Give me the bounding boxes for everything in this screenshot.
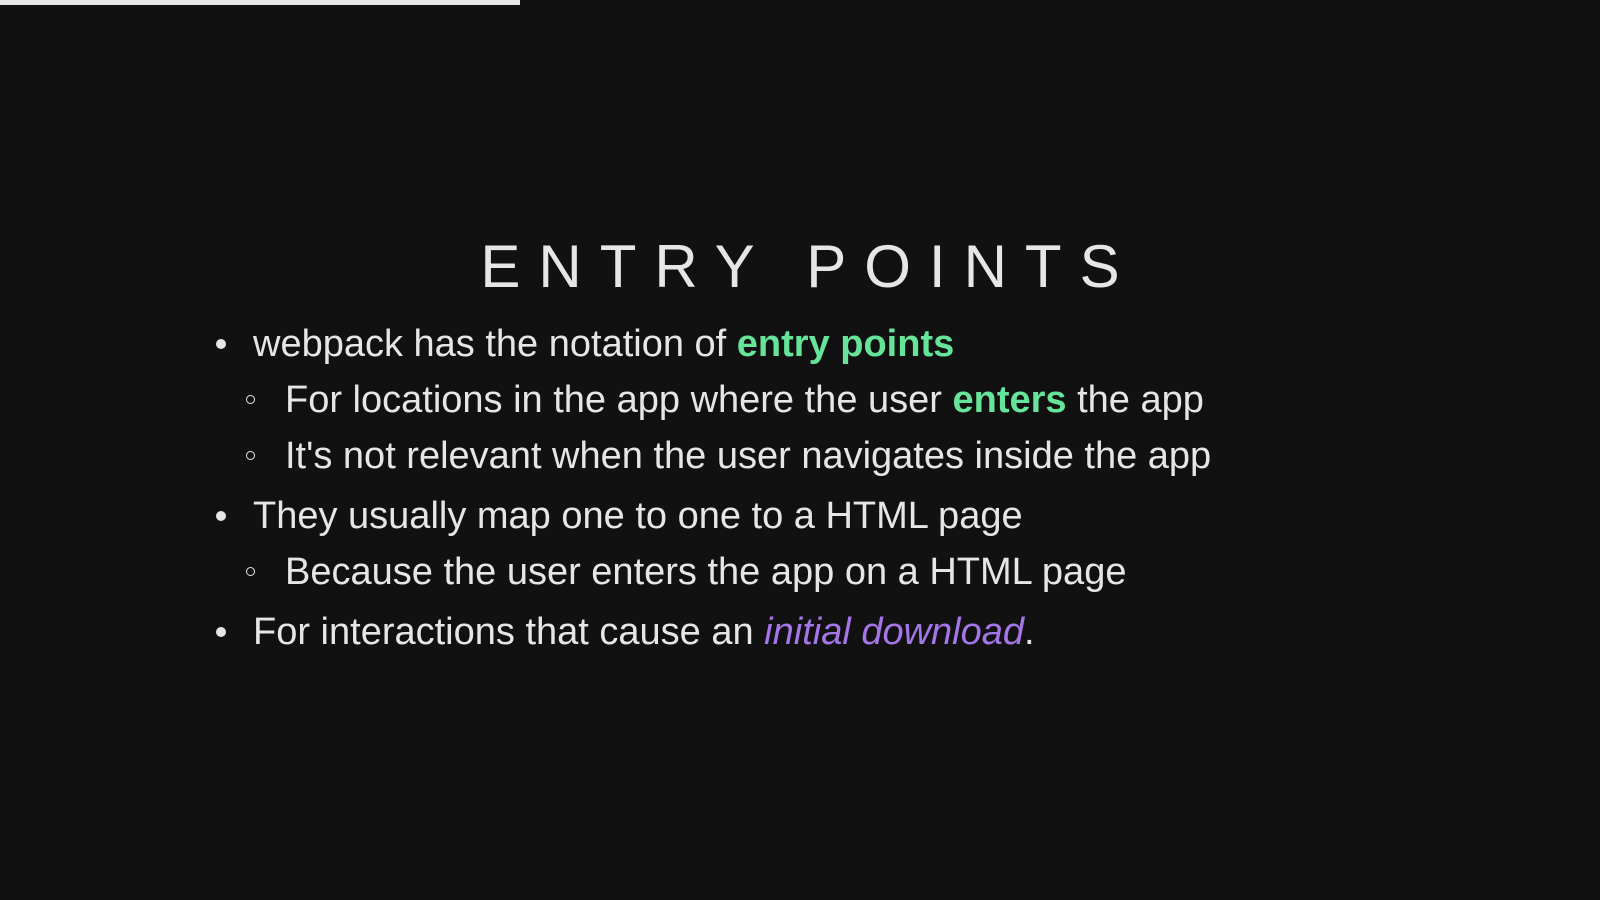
slide: ENTRY POINTS webpack has the notation of… [0,0,1600,900]
slide-title: ENTRY POINTS [480,233,1138,300]
bullet-text: webpack has the notation of [253,323,737,365]
highlight-enters: enters [952,379,1067,421]
bullet-initial-download: For interactions that cause an initial d… [213,606,1211,658]
subbullet-text: It's not relevant when the user navigate… [285,435,1212,477]
sub-bullet-list: For locations in the app where the user … [245,374,1211,482]
subbullet-text: Because the user enters the app on a HTM… [285,551,1127,593]
bullet-text-after: . [1024,611,1035,653]
subbullet-locations: For locations in the app where the user … [245,374,1211,426]
emphasis-initial-download: initial download [764,611,1025,653]
bullet-list: webpack has the notation of entry points… [213,318,1211,666]
bullet-text: For interactions that cause an [253,611,765,653]
subbullet-text-after: the app [1066,379,1204,421]
bullet-entry-points: webpack has the notation of entry points… [213,318,1211,482]
subbullet-enters-html: Because the user enters the app on a HTM… [245,546,1211,598]
subbullet-text: For locations in the app where the user [285,379,953,421]
bullet-text: They usually map one to one to a HTML pa… [253,495,1023,537]
sub-bullet-list: Because the user enters the app on a HTM… [245,546,1211,598]
bullet-html-page: They usually map one to one to a HTML pa… [213,490,1211,598]
subbullet-not-relevant: It's not relevant when the user navigate… [245,430,1211,482]
highlight-entry-points: entry points [736,323,955,365]
